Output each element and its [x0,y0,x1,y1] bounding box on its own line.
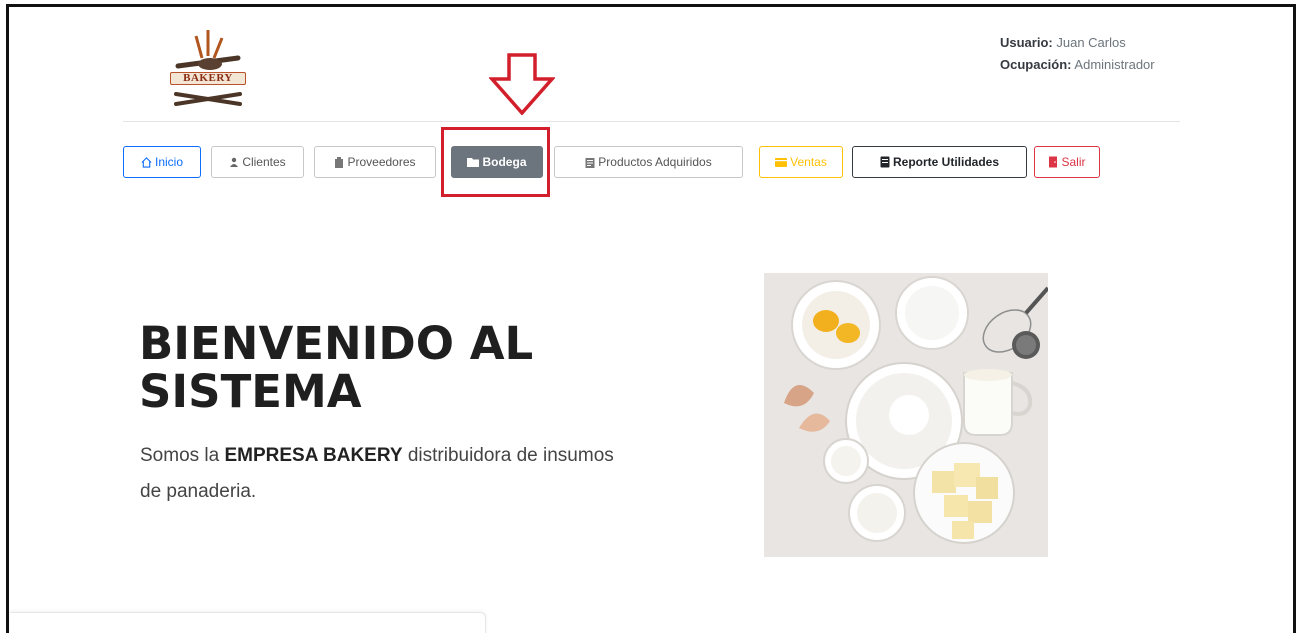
report-icon [880,156,890,168]
nav-clientes-label: Clientes [242,155,286,169]
nav-reporte-label: Reporte Utilidades [892,155,1000,169]
ingredients-illustration [764,273,1048,557]
user-info: Usuario: Juan Carlos Ocupación: Administ… [1000,32,1155,76]
hero-title-line1: BIENVENIDO AL [139,317,534,370]
nav-clientes-button[interactable]: Clientes [211,146,304,178]
clipboard-icon [585,157,595,168]
user-icon [230,157,239,167]
hero-description: Somos la EMPRESA BAKERY distribuidora de… [140,438,620,510]
user-name: Juan Carlos [1056,35,1126,50]
wallet-icon [775,158,788,167]
hero-company-name: EMPRESA BAKERY [224,445,403,466]
nav-ventas-label: Ventas [790,155,827,169]
nav-salir-label: Salir [1061,155,1086,169]
door-icon [1049,156,1058,168]
nav-proveedores-label: Proveedores [347,155,416,169]
user-label: Usuario: [1000,35,1053,50]
nav-salir-button[interactable]: Salir [1034,146,1100,178]
nav-reporte-button[interactable]: Reporte Utilidades [852,146,1027,178]
header-divider [123,121,1180,122]
nav-proveedores-button[interactable]: Proveedores [314,146,436,178]
baking-ingredients-image [764,273,1048,557]
user-role: Administrador [1074,57,1155,72]
home-icon [141,156,152,168]
building-icon [335,156,344,168]
nav-productos-label: Productos Adquiridos [598,155,712,169]
hero-title-line2: SISTEMA [139,365,362,418]
bakery-logo[interactable]: BAKERY [166,28,250,108]
nav-inicio-button[interactable]: Inicio [123,146,201,178]
nav-inicio-label: Inicio [154,155,183,169]
user-role-row: Ocupación: Administrador [1000,54,1155,76]
bakery-logo-graphic [174,30,242,106]
role-label: Ocupación: [1000,57,1072,72]
hero-title: BIENVENIDO AL SISTEMA [139,320,659,416]
logo-brand-text: BAKERY [170,72,246,85]
bodega-highlight-box [441,127,550,197]
bottom-card [10,612,486,633]
hero-text-prefix: Somos la [140,445,225,466]
user-name-row: Usuario: Juan Carlos [1000,32,1155,54]
down-arrow-icon [489,53,555,115]
nav-ventas-button[interactable]: Ventas [759,146,843,178]
nav-productos-button[interactable]: Productos Adquiridos [554,146,743,178]
